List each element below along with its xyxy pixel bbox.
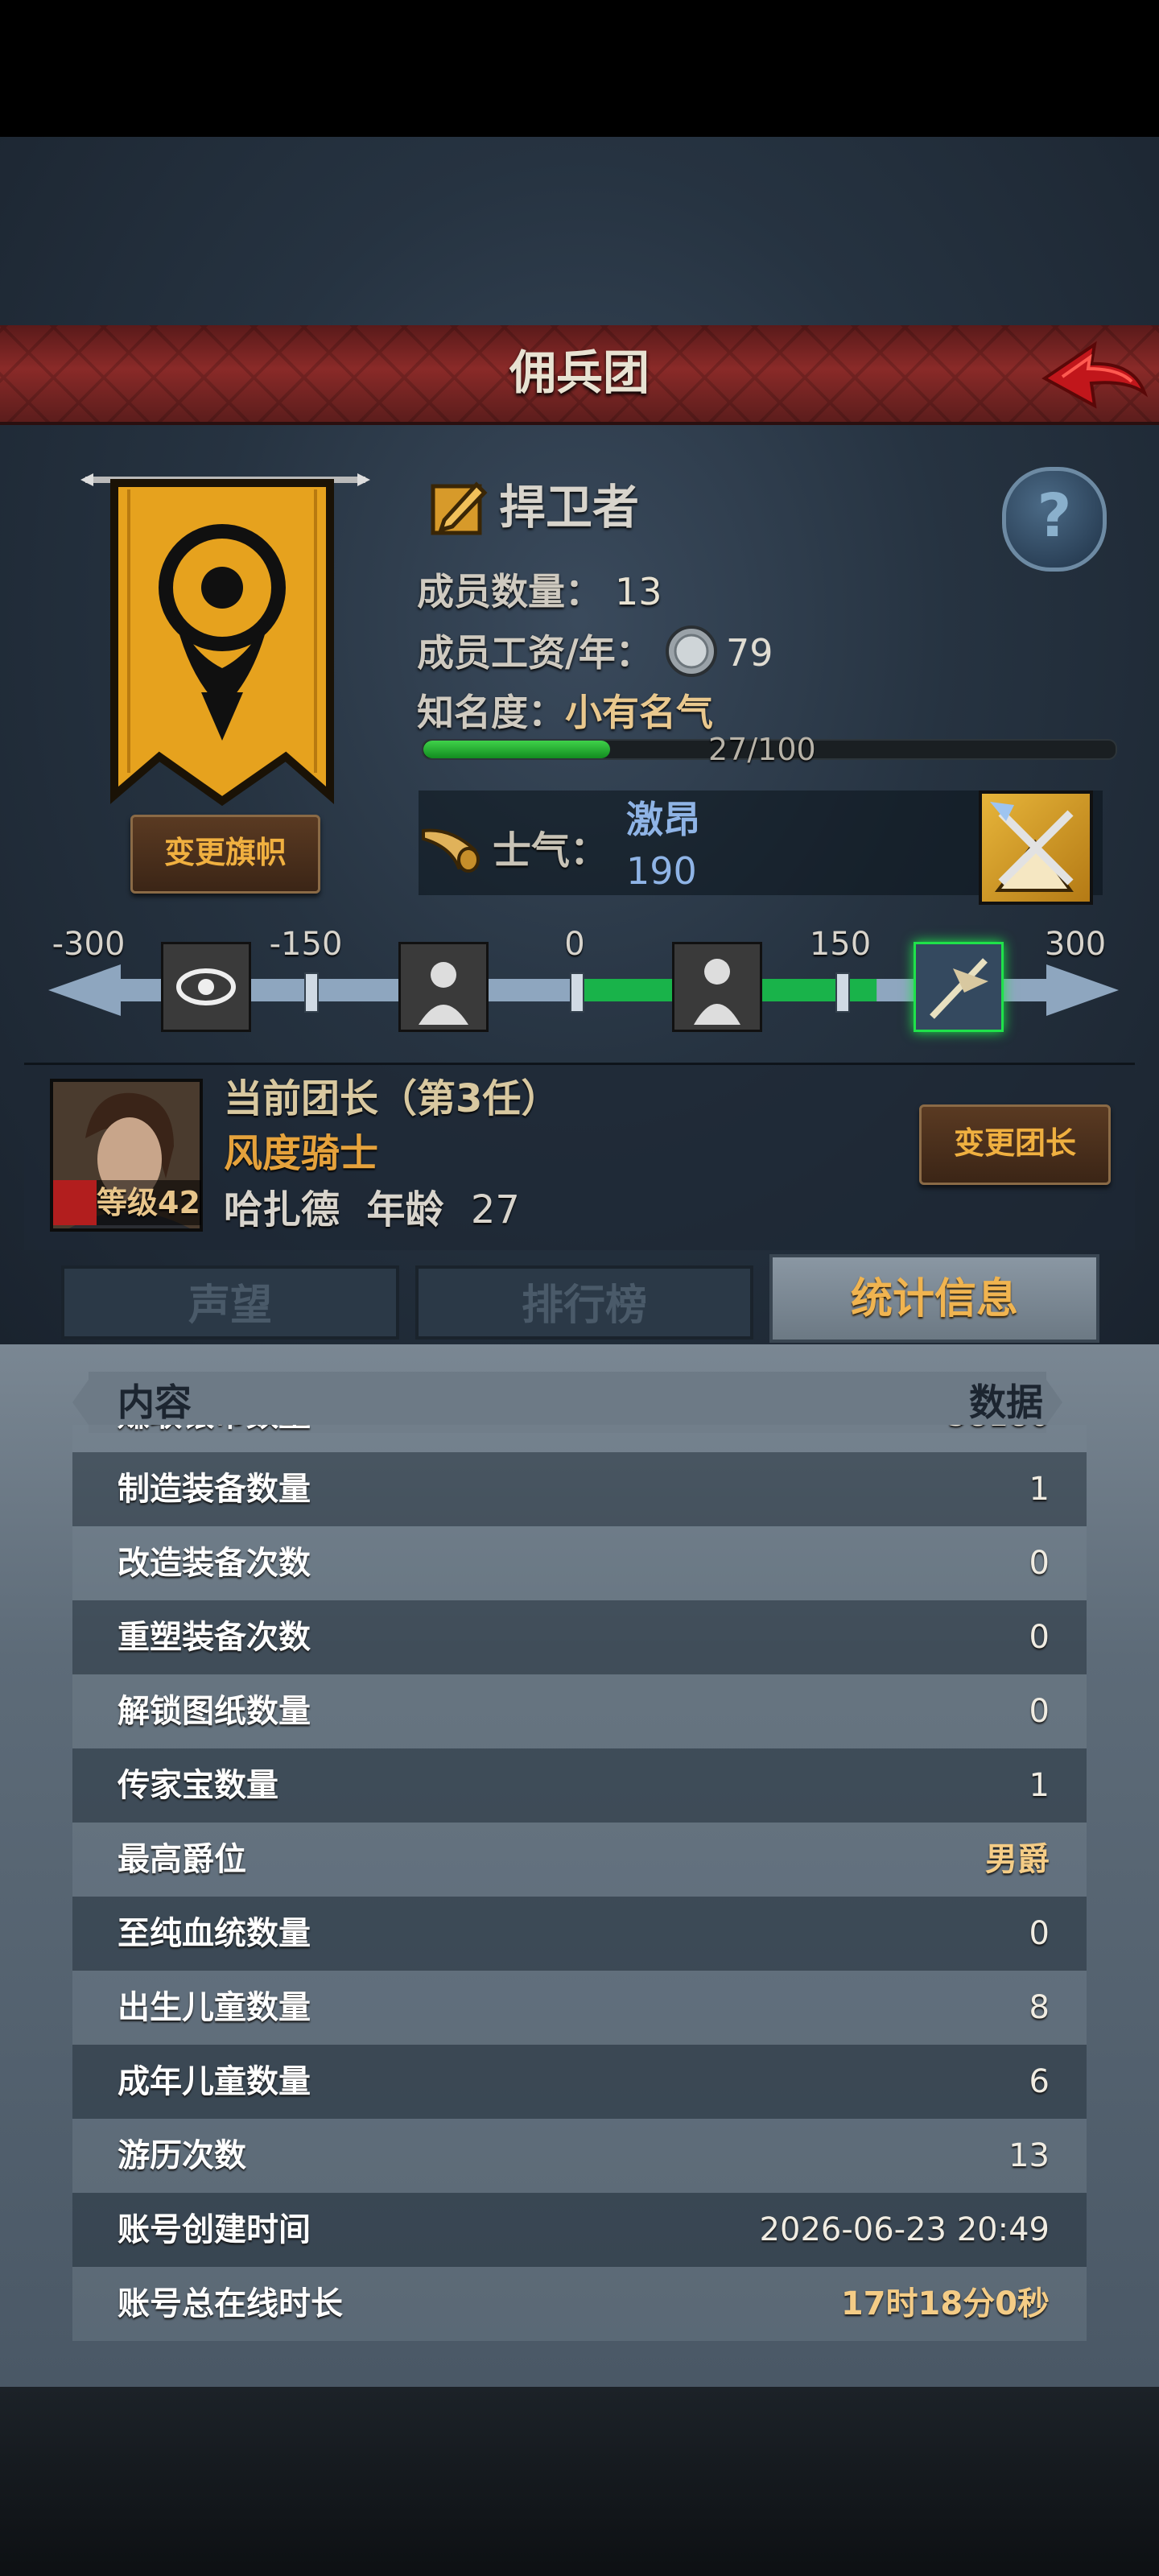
stats-row: 赚取银币数量 58186 [72,1425,1087,1452]
stats-row-label: 至纯血统数量 [118,1915,311,1952]
morale-inspired-icon[interactable] [914,942,1004,1032]
members-value: 13 [615,570,662,613]
stats-row-label: 账号创建时间 [118,2211,311,2248]
stats-row: 游历次数 13 [72,2119,1087,2193]
stats-row-label: 解锁图纸数量 [118,1693,311,1730]
leader-age-label: 年龄 [366,1187,444,1232]
stats-row-value: 1 [1029,1471,1050,1508]
stats-row: 至纯血统数量 0 [72,1897,1087,1971]
silver-coin-icon [665,625,718,678]
stats-row-value: 0 [1029,1693,1050,1730]
morale-terrified-icon[interactable] [161,942,251,1032]
back-button[interactable] [1038,330,1151,419]
stats-row-value: 8 [1029,1989,1050,2026]
stats-row-value: 0 [1029,1545,1050,1582]
stats-row: 解锁图纸数量 0 [72,1674,1087,1748]
stats-row: 成年儿童数量 6 [72,2045,1087,2119]
change-flag-button[interactable]: 变更旗帜 [130,815,320,894]
stats-row-label: 传家宝数量 [118,1767,278,1804]
members-row: 成员数量： 13 [417,564,662,620]
fame-progress-fill [423,741,610,758]
stats-row-value: 2026-06-23 20:49 [759,2211,1050,2248]
stats-row: 制造装备数量 1 [72,1452,1087,1526]
stats-row-value: 0 [1029,1915,1050,1952]
company-name: 捍卫者 [499,480,640,535]
stats-row-label: 游历次数 [118,2137,246,2174]
stats-list[interactable]: 赚取银币数量 58186 制造装备数量 1 改造装备次数 0 重塑装备次数 0 解锁图纸数量 0 传… [72,1425,1087,2387]
stats-row-label: 赚取银币数量 [118,1425,311,1452]
leader-age-value: 27 [470,1187,520,1232]
tab-reputation[interactable]: 声望 [61,1265,399,1340]
top-bar-black [0,0,1159,137]
edit-pencil-icon[interactable] [428,475,493,539]
stats-row-value: 6 [1029,2063,1050,2100]
company-banner [80,467,370,813]
scale-tick-mark [304,972,319,1013]
fame-progress-text: 27/100 [708,732,816,767]
stats-row-label: 制造装备数量 [118,1471,311,1508]
tab-statistics[interactable]: 统计信息 [769,1254,1099,1343]
stats-row-label: 改造装备次数 [118,1545,311,1582]
stats-row-label: 最高爵位 [118,1841,246,1878]
scale-tick-mark [835,972,850,1013]
tabs-bar: 声望 排行榜 统计信息 [48,1254,1111,1343]
tab-ranking[interactable]: 排行榜 [415,1265,753,1340]
scale-tick-label: 300 [1044,926,1107,963]
stats-row-value: 17时18分0秒 [840,2285,1050,2322]
leader-name-row: 哈扎德 年龄 27 [224,1183,520,1236]
stats-row: 出生儿童数量 8 [72,1971,1087,2045]
members-label: 成员数量： [417,570,602,613]
stats-row-label: 成年儿童数量 [118,2063,311,2100]
stats-row-value: 男爵 [985,1841,1050,1878]
bottom-bar [0,2387,1159,2576]
change-leader-button[interactable]: 变更团长 [919,1104,1111,1185]
stats-row: 改造装备次数 0 [72,1526,1087,1600]
question-icon: ? [1037,481,1072,551]
morale-steady-icon[interactable] [672,942,762,1032]
stats-row: 重塑装备次数 0 [72,1600,1087,1674]
morale-state: 激昂 [626,798,700,841]
morale-status-icon[interactable] [979,791,1093,905]
fame-value: 小有名气 [565,691,713,734]
leader-name: 哈扎德 [224,1187,340,1232]
stats-row: 最高爵位 男爵 [72,1823,1087,1897]
fame-label: 知名度： [417,691,565,734]
morale-despair-icon[interactable] [398,942,489,1032]
wage-value: 79 [726,631,773,675]
stats-row-label: 出生儿童数量 [118,1989,311,2026]
stats-row-value: 0 [1029,1619,1050,1656]
page-title: 佣兵团 [509,345,650,400]
level-text: 等级42 [97,1185,200,1220]
scale-tick-label: 0 [564,926,585,963]
stats-row-label: 账号总在线时长 [118,2285,343,2322]
morale-scale: -300 -150 0 150 300 [48,926,1119,1038]
back-arrow-icon [1041,341,1149,409]
stats-row: 传家宝数量 1 [72,1748,1087,1823]
morale-value: 190 [626,849,697,893]
wage-label: 成员工资/年： [417,631,653,675]
scale-tick-label: 150 [809,926,872,963]
stats-row-label: 重塑装备次数 [118,1619,311,1656]
leader-title: 当前团长（第3任） [224,1076,560,1121]
stats-row-value: 1 [1029,1767,1050,1804]
scale-tick-mark [570,972,584,1013]
scale-tick-label: -150 [269,926,343,963]
stats-row-value: 13 [1008,2137,1050,2174]
scale-tick-label: -300 [52,926,126,963]
morale-label: 士气： [493,828,609,873]
leader-rank: 风度骑士 [224,1131,379,1176]
horse-icon [53,1180,97,1225]
stats-row: 账号创建时间 2026-06-23 20:49 [72,2193,1087,2267]
horn-icon [419,819,483,876]
stats-row-value: 58186 [947,1425,1050,1452]
fame-row: 知名度：小有名气 [417,684,713,741]
stats-row: 账号总在线时长 17时18分0秒 [72,2267,1087,2341]
help-button[interactable]: ? [1002,467,1107,572]
